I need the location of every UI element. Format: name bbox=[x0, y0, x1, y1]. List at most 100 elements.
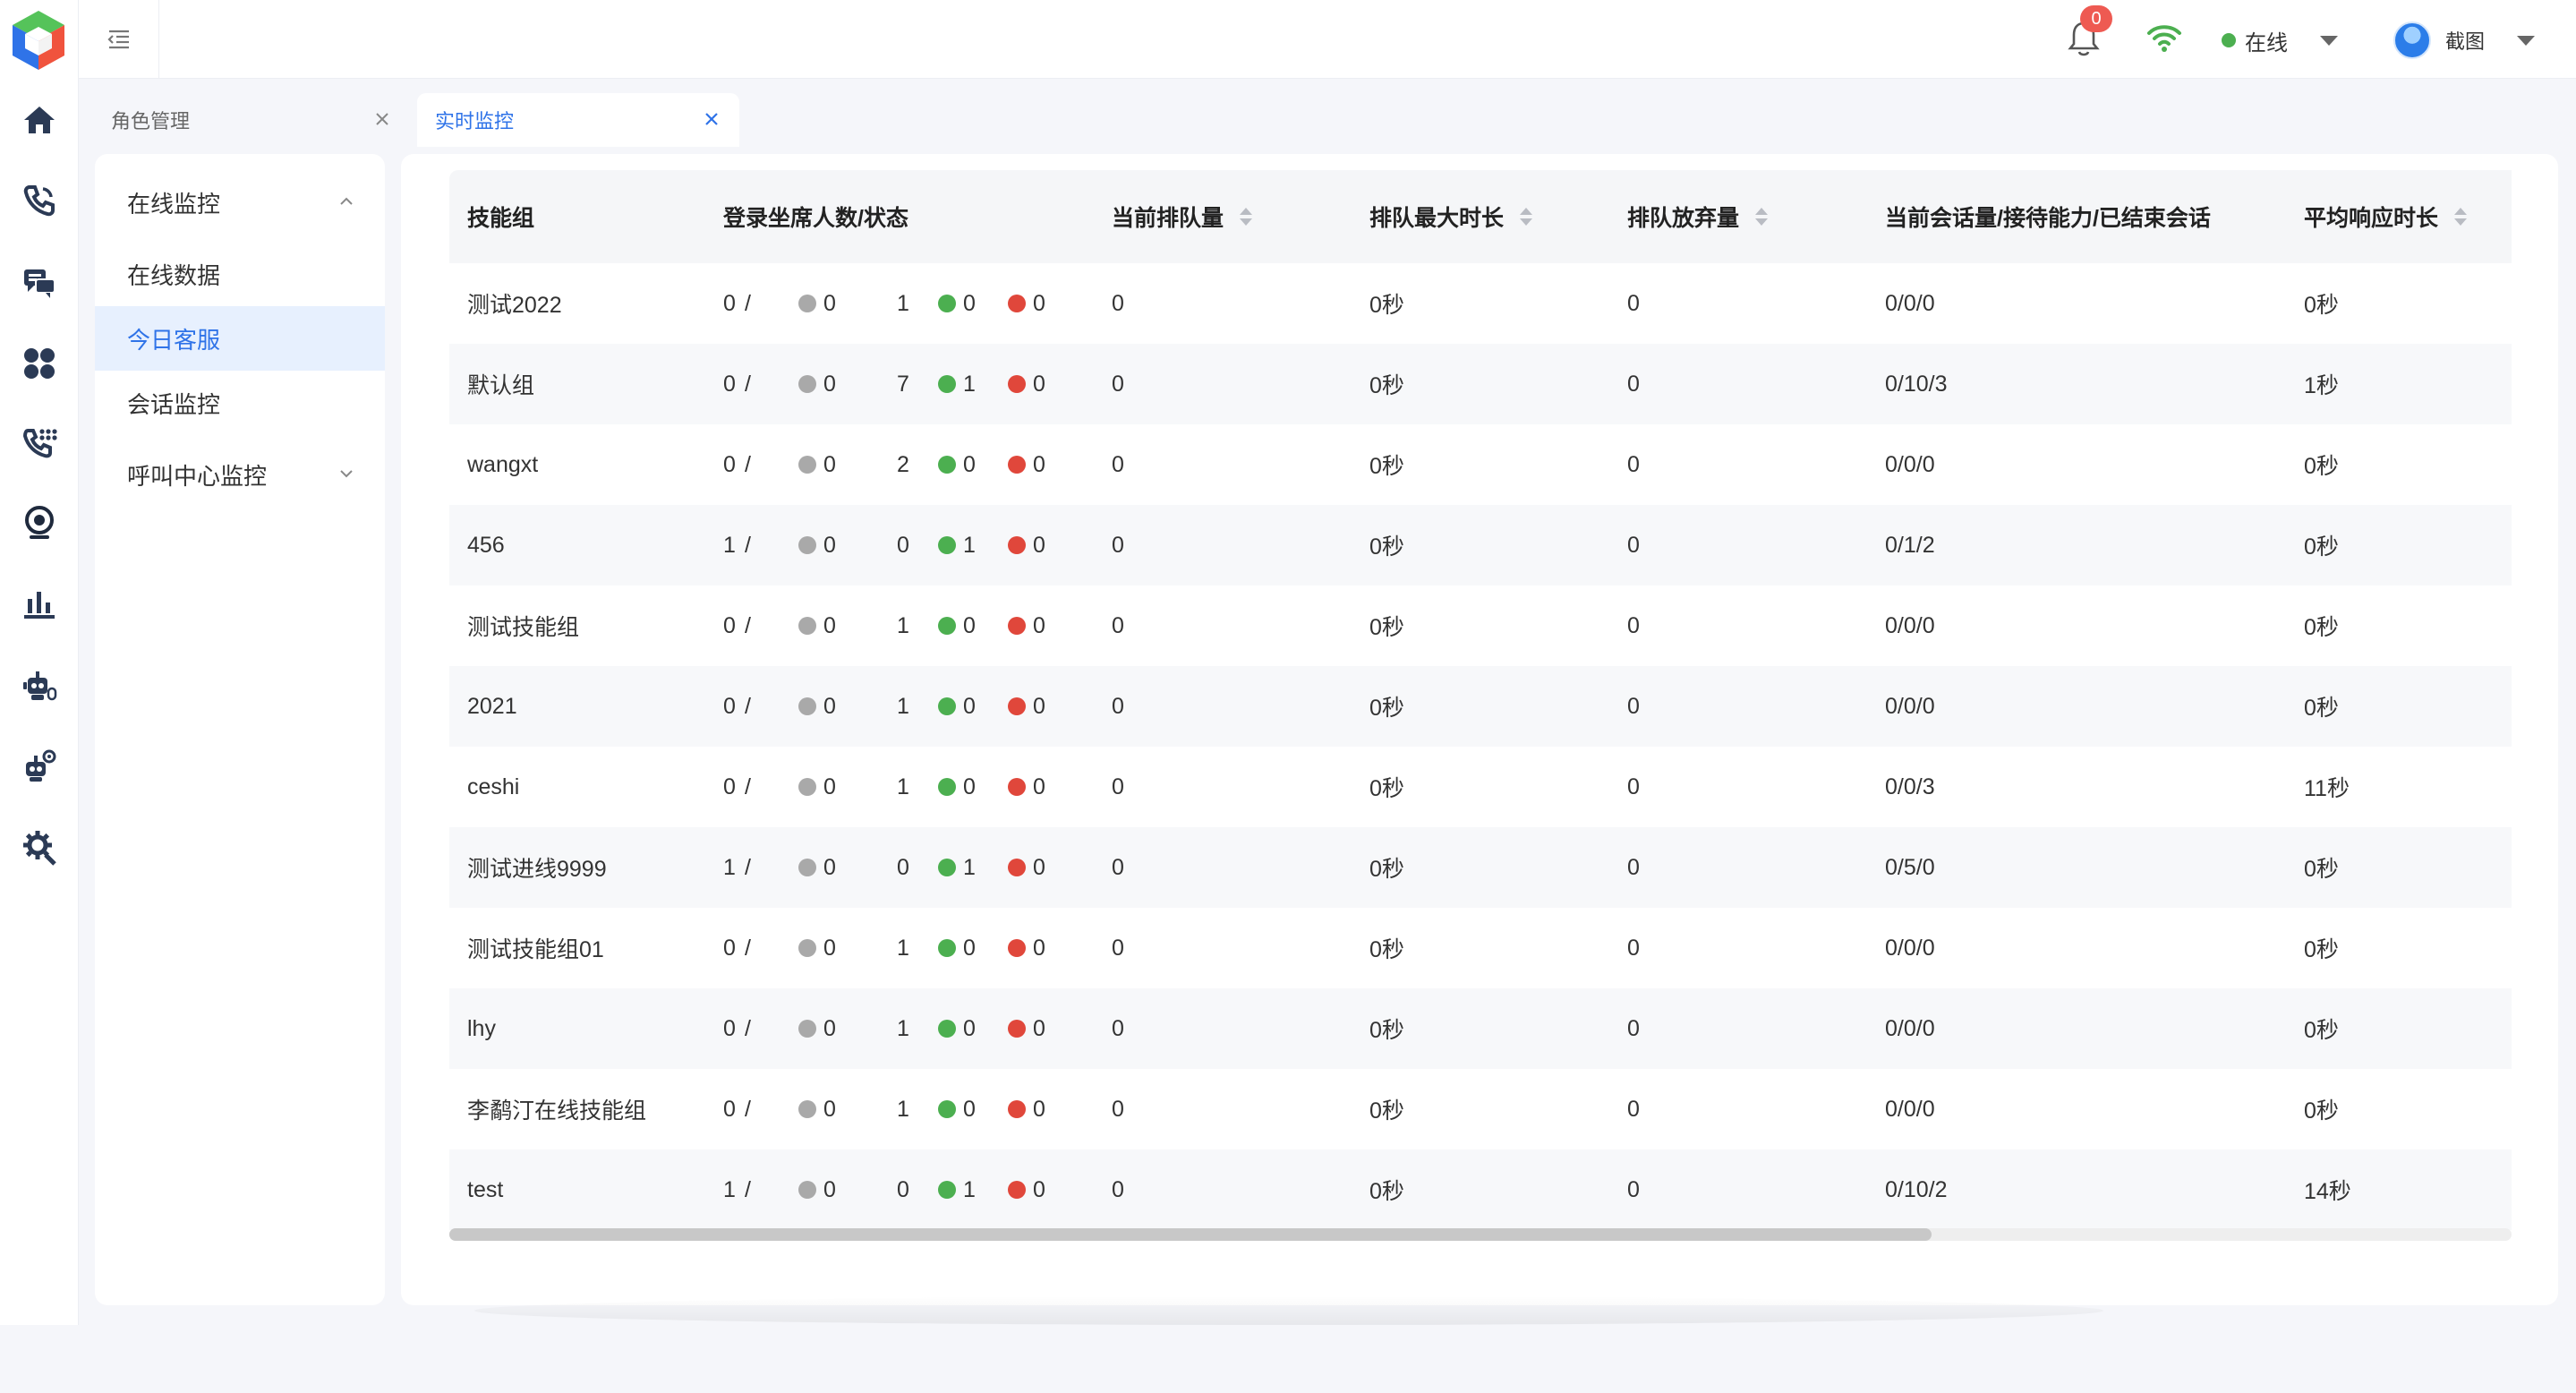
status-dot-gray bbox=[798, 1020, 816, 1038]
menu-group-call-center-monitor[interactable]: 呼叫中心监控 bbox=[95, 442, 385, 507]
cell-status-online: 0 bbox=[938, 747, 976, 827]
cell-group: 456 bbox=[467, 532, 505, 558]
cell-status-idle: 0 bbox=[798, 827, 836, 908]
home-icon[interactable] bbox=[18, 98, 61, 141]
cell-abandon: 0 bbox=[1627, 371, 1640, 397]
cell-session: 0/0/0 bbox=[1885, 1015, 1935, 1041]
robot-2-icon[interactable] bbox=[18, 745, 61, 788]
menu-item-today-agents[interactable]: 今日客服 bbox=[95, 306, 385, 371]
cell-status-count: 1 bbox=[897, 1096, 909, 1122]
cell-queue: 0 bbox=[1112, 532, 1124, 558]
cell-resp: 0秒 bbox=[2304, 857, 2339, 882]
cell-max-queue: 0秒 bbox=[1369, 293, 1404, 318]
cell-status-count: 1 bbox=[897, 612, 909, 638]
cell-session: 0/10/3 bbox=[1885, 371, 1948, 397]
menu-item-session-monitor[interactable]: 会话监控 bbox=[95, 371, 385, 435]
cell-status-idle: 0 bbox=[798, 747, 836, 827]
menu-item-label: 在线数据 bbox=[127, 261, 221, 289]
chat-icon[interactable] bbox=[18, 261, 61, 304]
phone-keypad-icon[interactable] bbox=[18, 421, 61, 464]
status-dot-green bbox=[938, 1100, 956, 1118]
cell-group: lhy bbox=[467, 1015, 496, 1041]
menu-item-label: 今日客服 bbox=[127, 326, 221, 354]
status-dot-red bbox=[1008, 778, 1026, 796]
table-row[interactable]: 测试进线9999 1/0 0 1 0 0 0秒 0 0/5/0 0秒 bbox=[449, 827, 2512, 908]
column-header-max-queue[interactable]: 排队最大时长 bbox=[1369, 170, 1533, 263]
logo-icon[interactable] bbox=[7, 7, 70, 73]
status-dot-green bbox=[938, 375, 956, 393]
cell-status-busy: 0 bbox=[1008, 1149, 1045, 1230]
cell-resp: 0秒 bbox=[2304, 615, 2339, 640]
table-row[interactable]: wangxt 0/0 2 0 0 0 0秒 0 0/0/0 0秒 bbox=[449, 424, 2512, 505]
phone-call-icon[interactable] bbox=[18, 179, 61, 222]
status-dot-red bbox=[1008, 1181, 1026, 1199]
menu-item-online-data[interactable]: 在线数据 bbox=[95, 242, 385, 306]
cell-resp: 11秒 bbox=[2304, 776, 2350, 801]
cell-status-busy: 0 bbox=[1008, 1069, 1045, 1149]
cell-max-queue: 0秒 bbox=[1369, 373, 1404, 398]
column-header-resp[interactable]: 平均响应时长 bbox=[2304, 170, 2468, 263]
user-label: 截图 bbox=[2445, 30, 2486, 53]
cell-status-busy: 0 bbox=[1008, 827, 1045, 908]
wifi-icon bbox=[2146, 23, 2182, 54]
column-header-abandon[interactable]: 排队放弃量 bbox=[1627, 170, 1769, 263]
cell-max-queue: 0秒 bbox=[1369, 1179, 1404, 1204]
tab-label: 角色管理 bbox=[111, 110, 191, 132]
settings-gear-icon[interactable] bbox=[18, 825, 61, 868]
cell-abandon: 0 bbox=[1627, 290, 1640, 316]
sort-icon[interactable] bbox=[1755, 207, 1769, 226]
cell-queue: 0 bbox=[1112, 935, 1124, 961]
user-menu[interactable]: 截图 bbox=[2393, 20, 2536, 61]
menu-group-online-monitor[interactable]: 在线监控 bbox=[95, 170, 385, 235]
column-header-session: 当前会话量/接待能力/已结束会话 bbox=[1885, 206, 2211, 231]
table-row[interactable]: 李鹬汀在线技能组 0/0 1 0 0 0 0秒 0 0/0/0 0秒 bbox=[449, 1069, 2512, 1149]
online-status-label: 在线 bbox=[2245, 30, 2288, 56]
close-icon[interactable] bbox=[371, 107, 394, 131]
table-row[interactable]: 456 1/0 0 1 0 0 0秒 0 0/1/2 0秒 bbox=[449, 505, 2512, 585]
cell-separator: / bbox=[745, 1176, 751, 1202]
scrollbar-thumb[interactable] bbox=[449, 1228, 1932, 1241]
cell-status-busy: 0 bbox=[1008, 263, 1045, 344]
status-dot-red bbox=[1008, 1020, 1026, 1038]
cell-status-online: 1 bbox=[938, 505, 976, 585]
table-row[interactable]: 默认组 0/0 7 1 0 0 0秒 0 0/10/3 1秒 bbox=[449, 344, 2512, 424]
cell-status-online: 0 bbox=[938, 263, 976, 344]
cell-status-busy: 0 bbox=[1008, 666, 1045, 747]
sort-icon[interactable] bbox=[2454, 207, 2468, 226]
status-dot-red bbox=[1008, 859, 1026, 876]
cell-abandon: 0 bbox=[1627, 1096, 1640, 1122]
sort-icon[interactable] bbox=[1520, 207, 1533, 226]
monitor-camera-icon[interactable] bbox=[18, 501, 61, 544]
table-row[interactable]: lhy 0/0 1 0 0 0 0秒 0 0/0/0 0秒 bbox=[449, 988, 2512, 1069]
table-row[interactable]: 2021 0/0 1 0 0 0 0秒 0 0/0/0 0秒 bbox=[449, 666, 2512, 747]
cell-status-count: 7 bbox=[897, 371, 909, 397]
notification-badge: 0 bbox=[2080, 5, 2112, 32]
cell-group: 测试2022 bbox=[467, 293, 562, 318]
table-row[interactable]: 测试技能组 0/0 1 0 0 0 0秒 0 0/0/0 0秒 bbox=[449, 585, 2512, 666]
cell-resp: 0秒 bbox=[2304, 1018, 2339, 1043]
table-row[interactable]: 测试技能组01 0/0 1 0 0 0 0秒 0 0/0/0 0秒 bbox=[449, 908, 2512, 988]
robot-icon[interactable] bbox=[18, 664, 61, 707]
horizontal-scrollbar[interactable] bbox=[449, 1228, 2512, 1241]
apps-icon[interactable] bbox=[18, 342, 61, 385]
bar-chart-icon[interactable] bbox=[18, 582, 61, 625]
cell-session: 0/0/0 bbox=[1885, 693, 1935, 719]
table-row[interactable]: ceshi 0/0 1 0 0 0 0秒 0 0/0/3 11秒 bbox=[449, 747, 2512, 827]
cell-group: test bbox=[467, 1176, 504, 1202]
cell-group: wangxt bbox=[467, 451, 539, 477]
online-status-dropdown[interactable]: 在线 bbox=[2222, 21, 2338, 59]
chevron-down-icon bbox=[2320, 35, 2338, 46]
cell-status-online: 1 bbox=[938, 1149, 976, 1230]
sort-icon[interactable] bbox=[1240, 207, 1253, 226]
cell-status-online: 0 bbox=[938, 424, 976, 505]
tab-role-management[interactable]: 角色管理 bbox=[93, 93, 408, 147]
table-row[interactable]: 测试2022 0/0 1 0 0 0 0秒 0 0/0/0 0秒 bbox=[449, 263, 2512, 344]
close-icon[interactable] bbox=[700, 107, 723, 131]
cell-login-count: 1 bbox=[723, 532, 736, 558]
table-row[interactable]: test 1/0 0 1 0 0 0秒 0 0/10/2 14秒 bbox=[449, 1149, 2512, 1230]
collapse-sidebar-icon[interactable] bbox=[79, 0, 159, 79]
table-header: 技能组 登录坐席人数/状态 当前排队量 排队最大时长 排队放弃量 当前会话量/接… bbox=[449, 170, 2512, 263]
status-dot-green bbox=[938, 697, 956, 715]
tab-realtime-monitor[interactable]: 实时监控 bbox=[417, 93, 739, 147]
column-header-queue[interactable]: 当前排队量 bbox=[1112, 170, 1253, 263]
